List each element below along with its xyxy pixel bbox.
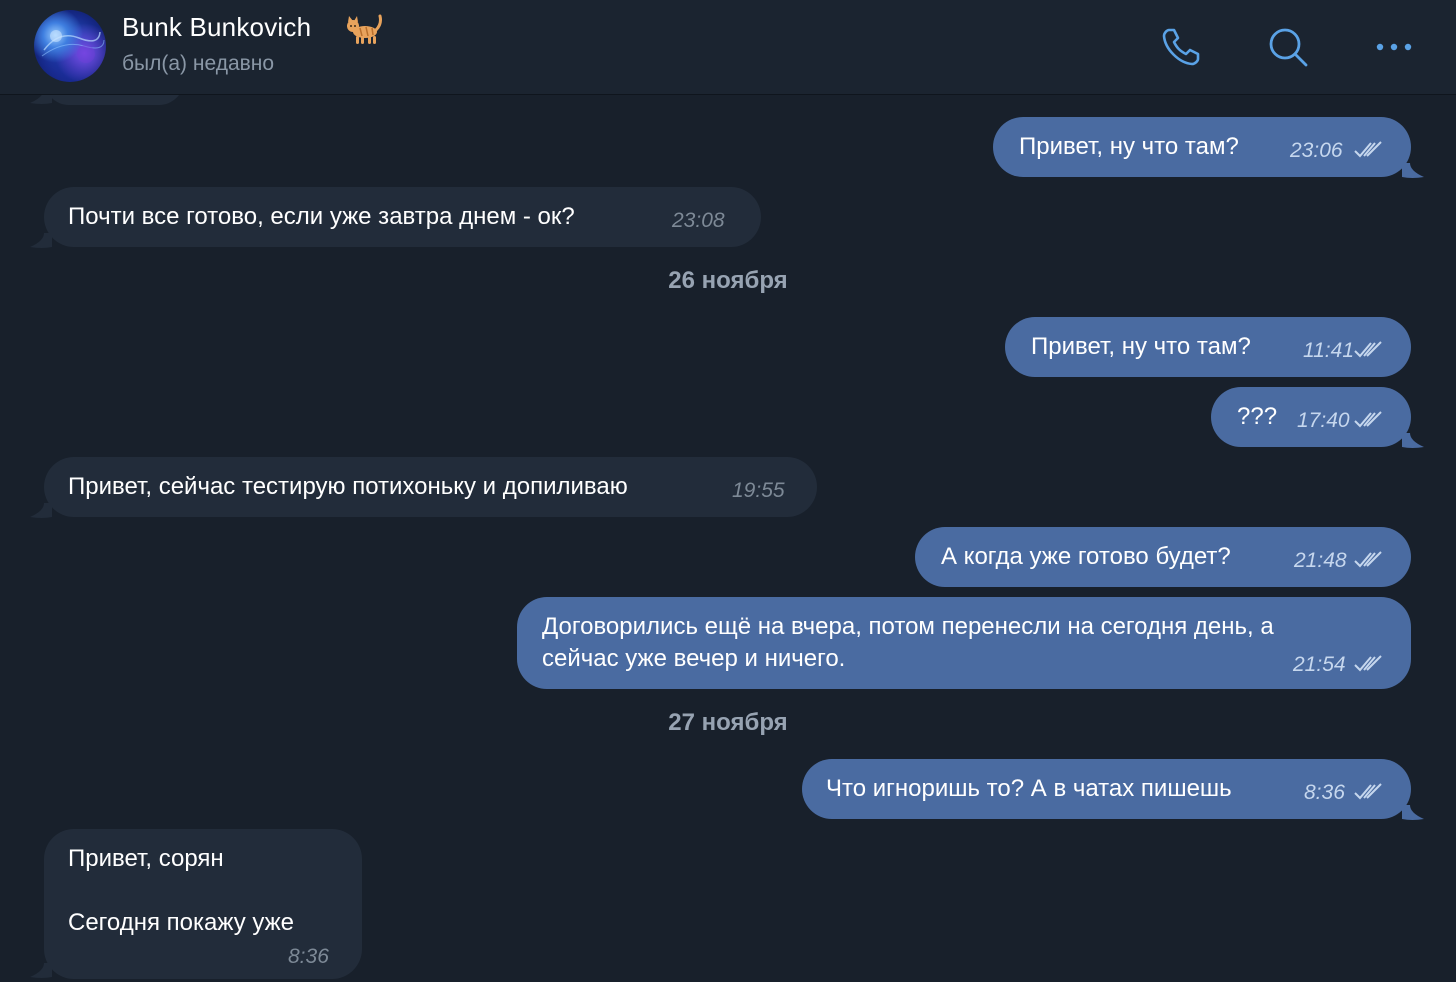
message-time: 17:40 bbox=[1297, 409, 1350, 432]
contact-status: был(а) недавно bbox=[122, 52, 275, 75]
message-bubble-incoming[interactable]: Привет, сейчас тестирую потихоньку и доп… bbox=[44, 457, 817, 517]
chat-header: Bunk Bunkovich был(а) недавно bbox=[0, 0, 1456, 95]
message-bubble-outgoing[interactable]: Что игноришь то? А в чатах пишешь 8:36 bbox=[802, 759, 1411, 819]
message-time: 21:54 bbox=[1293, 653, 1346, 676]
message-text: Привет, сейчас тестирую потихоньку и доп… bbox=[68, 473, 628, 500]
bubble-tail bbox=[30, 963, 52, 978]
more-dots-icon bbox=[1376, 43, 1412, 51]
bubble-tail bbox=[30, 95, 52, 104]
bubble-tail bbox=[1402, 433, 1424, 448]
cat-emoji-icon bbox=[347, 14, 382, 44]
bubble-tail bbox=[30, 503, 52, 518]
message-bubble-incoming[interactable]: Привет, сорян Сегодня покажу уже 8:36 bbox=[44, 829, 362, 979]
date-separator: 27 ноября bbox=[668, 709, 788, 736]
message-text: А когда уже готово будет? bbox=[941, 543, 1231, 570]
double-check-icon bbox=[1354, 341, 1382, 358]
phone-icon bbox=[1162, 28, 1200, 66]
search-icon bbox=[1269, 28, 1308, 67]
message-text-line: сейчас уже вечер и ничего. bbox=[542, 645, 846, 672]
message-text: Что игноришь то? А в чатах пишешь bbox=[826, 775, 1232, 802]
message-text-line: Договорились ещё на вчера, потом перенес… bbox=[542, 613, 1274, 640]
message-time: 8:36 bbox=[288, 945, 329, 968]
message-text: Привет, ну что там? bbox=[1031, 333, 1251, 360]
message-bubble-outgoing[interactable]: ??? 17:40 bbox=[1211, 387, 1411, 447]
bubble-tail bbox=[1402, 163, 1424, 178]
chat-window: Bunk Bunkovich был(а) недавно Привет, ну… bbox=[0, 0, 1456, 982]
message-time: 8:36 bbox=[1304, 781, 1345, 804]
double-check-icon bbox=[1354, 141, 1382, 158]
message-text: Привет, ну что там? bbox=[1019, 133, 1239, 160]
double-check-icon bbox=[1354, 551, 1382, 568]
bubble-tail bbox=[1402, 805, 1424, 820]
double-check-icon bbox=[1354, 783, 1382, 800]
message-text: ??? bbox=[1237, 403, 1278, 430]
bubble-tail bbox=[30, 233, 52, 248]
message-time: 11:41 bbox=[1303, 339, 1354, 362]
message-time: 21:48 bbox=[1294, 549, 1347, 572]
call-button[interactable] bbox=[1154, 20, 1208, 74]
contact-name[interactable]: Bunk Bunkovich bbox=[122, 12, 311, 43]
message-text-line: Привет, сорян bbox=[68, 845, 224, 872]
message-time: 23:08 bbox=[672, 209, 725, 232]
more-button[interactable] bbox=[1367, 20, 1421, 74]
double-check-icon bbox=[1354, 655, 1382, 672]
message-bubble-outgoing[interactable]: Привет, ну что там? 11:41 bbox=[1005, 317, 1411, 377]
message-text-line: Сегодня покажу уже bbox=[68, 909, 295, 936]
message-list[interactable]: Привет, ну что там? 23:06 Почти все гото… bbox=[0, 95, 1456, 982]
double-check-icon bbox=[1354, 411, 1382, 428]
message-time: 23:06 bbox=[1290, 139, 1343, 162]
message-bubble-outgoing[interactable]: Привет, ну что там? 23:06 bbox=[993, 117, 1411, 177]
message-bubble-outgoing[interactable]: Договорились ещё на вчера, потом перенес… bbox=[517, 597, 1411, 689]
avatar-image bbox=[41, 30, 105, 63]
message-bubble-partial[interactable] bbox=[44, 95, 184, 105]
message-text: Почти все готово, если уже завтра днем -… bbox=[68, 203, 575, 230]
message-bubble-incoming[interactable]: Почти все готово, если уже завтра днем -… bbox=[44, 187, 761, 247]
message-time: 19:55 bbox=[732, 479, 785, 502]
search-button[interactable] bbox=[1261, 20, 1315, 74]
message-bubble-outgoing[interactable]: А когда уже готово будет? 21:48 bbox=[915, 527, 1411, 587]
avatar[interactable] bbox=[34, 10, 106, 82]
date-separator: 26 ноября bbox=[668, 267, 788, 294]
